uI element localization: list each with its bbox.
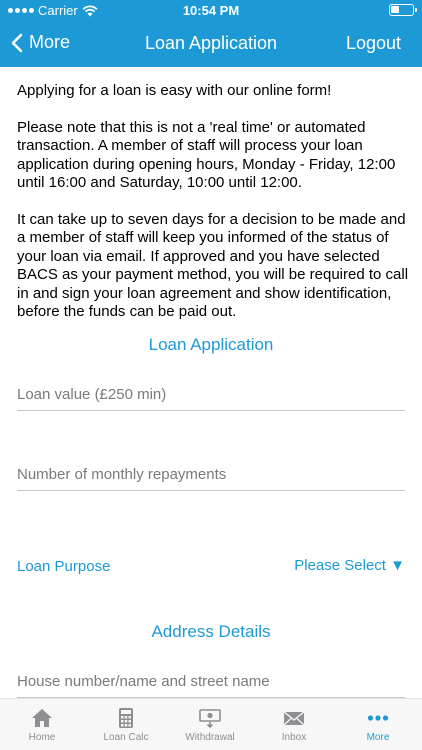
tab-inbox[interactable]: Inbox [252, 699, 336, 750]
status-bar: Carrier 10:54 PM [0, 0, 422, 22]
main-content[interactable]: Applying for a loan is easy with our onl… [0, 67, 422, 698]
intro-text: Applying for a loan is easy with our onl… [17, 82, 409, 340]
tab-label: Withdrawal [185, 732, 235, 743]
tab-label: Home [28, 732, 56, 743]
intro-paragraph: Please note that this is not a 'real tim… [17, 118, 396, 192]
status-time: 10:54 PM [182, 3, 240, 18]
calculator-icon [119, 708, 133, 728]
intro-paragraph: Applying for a loan is easy with our onl… [17, 82, 332, 99]
loan-value-input[interactable] [17, 386, 405, 403]
home-icon [32, 709, 52, 727]
tab-home[interactable]: Home [0, 699, 84, 750]
tab-label: Loan Calc [103, 732, 149, 743]
repayments-field[interactable] [17, 466, 405, 491]
battery-icon [389, 4, 417, 16]
street-input[interactable] [17, 673, 405, 690]
more-dots-icon [367, 715, 389, 721]
tab-label: Inbox [281, 732, 307, 743]
logout-button[interactable]: Logout [346, 33, 401, 54]
tab-loan-calc[interactable]: Loan Calc [84, 699, 168, 750]
tab-bar: Home Loan Calc Withdrawal Inbox More [0, 698, 422, 750]
nav-bar: More Loan Application Logout [0, 22, 422, 67]
app-header: Carrier 10:54 PM More Loan Application L… [0, 0, 422, 67]
tab-withdrawal[interactable]: Withdrawal [168, 699, 252, 750]
loan-purpose-label: Loan Purpose [17, 558, 111, 575]
intro-paragraph: It can take up to seven days for a decis… [17, 210, 409, 321]
loan-application-heading: Loan Application [148, 335, 274, 354]
street-field[interactable] [17, 673, 405, 698]
address-details-heading: Address Details [151, 622, 271, 641]
withdrawal-icon [199, 709, 221, 729]
tab-more[interactable]: More [336, 699, 420, 750]
tab-label: More [366, 732, 390, 743]
loan-value-field[interactable] [17, 386, 405, 411]
repayments-input[interactable] [17, 466, 405, 483]
envelope-icon [283, 711, 305, 726]
loan-purpose-select[interactable]: Please Select ▼ [294, 557, 405, 574]
